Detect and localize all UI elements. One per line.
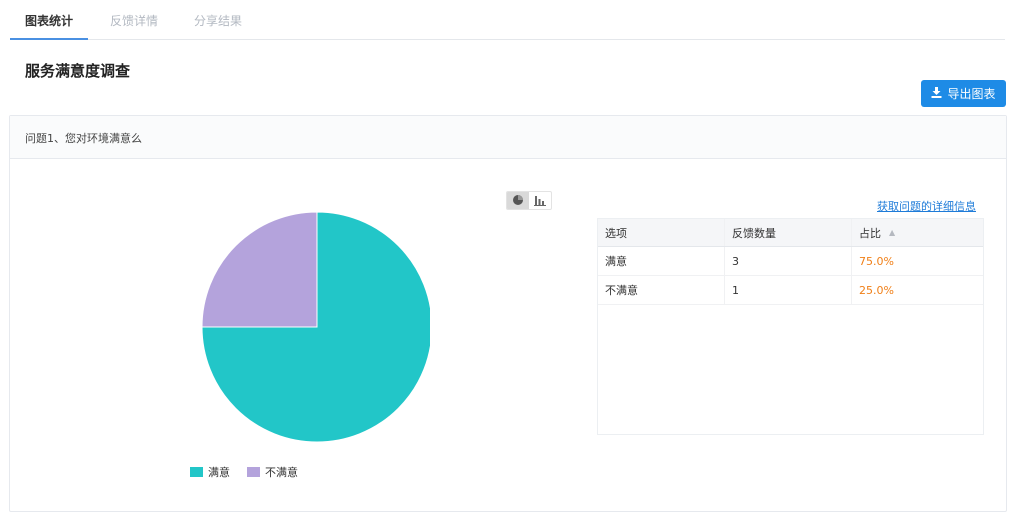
row-count: 3 [725, 247, 852, 275]
tab-share-results[interactable]: 分享结果 [184, 0, 252, 39]
legend-swatch-unsatisfied [247, 467, 260, 477]
header-percent-label: 占比 [859, 226, 881, 240]
header-percent: 占比 ▲ [852, 219, 983, 246]
legend-item-unsatisfied[interactable]: 不满意 [247, 464, 298, 480]
download-icon [931, 86, 942, 101]
question-card: 问题1、您对环境满意么 满意 不满意 获取问题的详细信息 选项 反馈数量 占比 … [9, 115, 1007, 512]
header-count: 反馈数量 [725, 219, 852, 246]
legend-swatch-satisfied [190, 467, 203, 477]
question-header: 问题1、您对环境满意么 [10, 116, 1006, 159]
pie-slice-unsatisfied[interactable] [201, 211, 318, 328]
export-button-label: 导出图表 [947, 87, 996, 101]
table-header-row: 选项 反馈数量 占比 ▲ [598, 219, 983, 247]
export-chart-button[interactable]: 导出图表 [921, 80, 1006, 107]
legend-label-satisfied: 满意 [208, 466, 230, 479]
pie-chart-icon [512, 192, 524, 209]
question-title: 问题1、您对环境满意么 [25, 132, 142, 145]
chart-type-toggle [506, 191, 552, 210]
tab-feedback-details[interactable]: 反馈详情 [100, 0, 168, 39]
pie-chart-toggle-button[interactable] [507, 192, 529, 209]
bar-chart-toggle-button[interactable] [529, 192, 551, 209]
row-percent: 75.0% [859, 254, 894, 268]
legend-item-satisfied[interactable]: 满意 [190, 464, 230, 480]
page-title: 服务满意度调查 [25, 62, 131, 80]
tab-bar: 图表统计 反馈详情 分享结果 [10, 0, 1005, 40]
sort-asc-icon[interactable]: ▲ [889, 228, 895, 237]
bar-chart-icon [534, 192, 546, 209]
row-count: 1 [725, 276, 852, 304]
table-row: 满意 3 75.0% [598, 247, 983, 276]
stats-table: 选项 反馈数量 占比 ▲ 满意 3 75.0% 不满意 1 25.0% [597, 218, 984, 435]
question-detail-link[interactable]: 获取问题的详细信息 [877, 198, 976, 214]
pie-chart [201, 211, 430, 443]
legend-label-unsatisfied: 不满意 [265, 466, 298, 479]
row-option: 不满意 [598, 276, 725, 304]
chart-legend: 满意 不满意 [190, 464, 298, 480]
table-row: 不满意 1 25.0% [598, 276, 983, 305]
row-percent: 25.0% [859, 283, 894, 297]
tab-chart-stats[interactable]: 图表统计 [10, 0, 88, 40]
row-option: 满意 [598, 247, 725, 275]
header-option: 选项 [598, 219, 725, 246]
